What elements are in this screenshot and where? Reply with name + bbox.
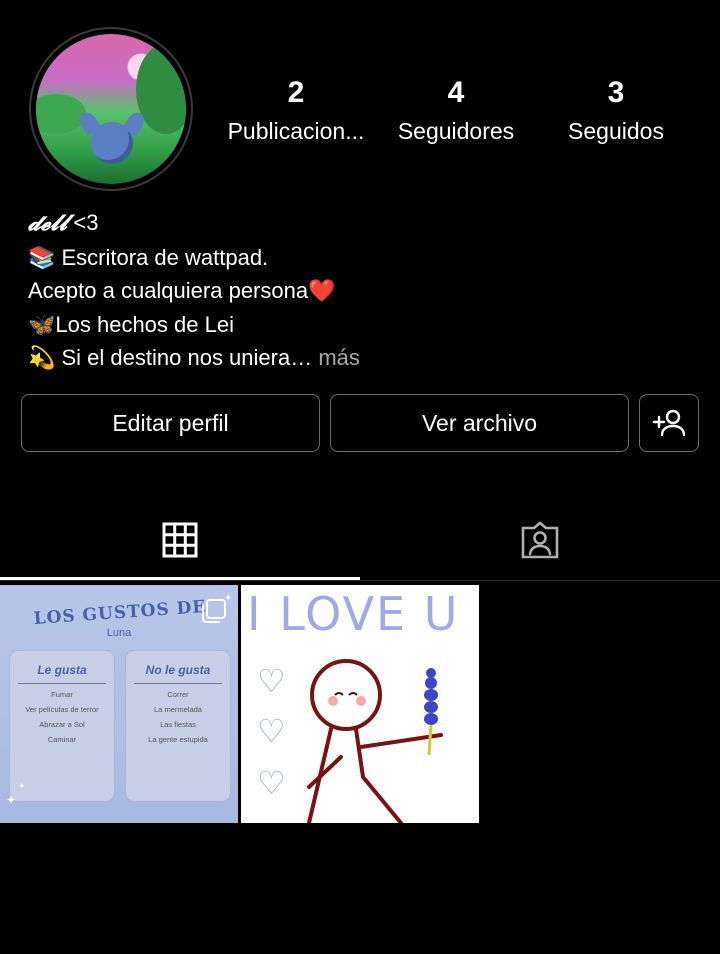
grid-icon: [162, 522, 198, 558]
post1-dislike-item: La gente estupida: [148, 735, 208, 744]
post1-like-item: Ver películas de terror: [25, 705, 99, 714]
profile-name-suffix: <3: [67, 210, 99, 235]
stat-following-label: Seguidos: [568, 118, 664, 144]
edit-profile-button[interactable]: Editar perfil: [21, 394, 320, 452]
stat-posts[interactable]: 2 Publicacion...: [216, 75, 376, 151]
tab-grid[interactable]: [0, 500, 360, 580]
sparkle-icon: ✦: [18, 781, 26, 791]
carousel-icon: [202, 599, 226, 623]
view-archive-button[interactable]: Ver archivo: [330, 394, 629, 452]
bio-name-line: 𝓭𝓮𝓵𝓵 <3: [28, 206, 360, 241]
tagged-person-icon: [521, 521, 559, 559]
bio-line-truncated: 💫 Si el destino nos uniera… más: [28, 341, 360, 375]
avatar-character: [91, 122, 133, 164]
stat-posts-label: Publicacion...: [227, 118, 365, 144]
sparkle-icon: ✦: [224, 593, 233, 604]
bio-more-link[interactable]: más: [312, 345, 360, 370]
sparkle-icon: ✦: [6, 793, 17, 807]
post-thumbnail[interactable]: LOS GUSTOS DE Luna Le gusta Fumar Ver pe…: [0, 585, 238, 823]
bio-line: Acepto a cualquiera persona❤️: [28, 278, 336, 303]
stat-followers[interactable]: 4 Seguidores: [376, 75, 536, 151]
stat-following-count: 3: [607, 76, 625, 109]
post1-like-item: Abrazar a Sol: [39, 720, 85, 729]
heart-icon: ♡: [257, 765, 286, 801]
bio-line: 🦋Los hechos de Lei: [28, 311, 234, 337]
add-person-icon: [652, 409, 686, 437]
bio-line: 📚 Escritora de wattpad.: [28, 244, 269, 270]
stat-followers-label: Seguidores: [397, 118, 515, 144]
stat-following[interactable]: 3 Seguidos: [536, 75, 696, 151]
discover-people-button[interactable]: [639, 394, 699, 452]
avatar[interactable]: [36, 34, 186, 184]
avatar-foliage: [36, 94, 86, 134]
heart-icon: ♡: [257, 663, 286, 699]
heart-icon: ♡: [257, 713, 286, 749]
post1-dislike-item: Las fiestas: [160, 720, 196, 729]
stat-followers-count: 4: [447, 76, 465, 109]
profile-avatar-ring[interactable]: [29, 27, 193, 191]
post-thumbnail[interactable]: I LOVE U ♡ ♡ ♡: [241, 585, 479, 823]
tab-tagged[interactable]: [360, 500, 720, 580]
post1-likes-header: Le gusta: [37, 663, 87, 677]
post1-subtitle: Luna: [106, 627, 132, 639]
post1-title: LOS GUSTOS DE: [33, 596, 207, 630]
active-tab-indicator: [0, 577, 360, 580]
bio-line: 💫 Si el destino nos uniera…: [28, 345, 313, 370]
divider: [134, 683, 222, 684]
post1-dislike-item: La mermelada: [154, 705, 202, 714]
profile-bio: 𝓭𝓮𝓵𝓵 <3 📚 Escritora de wattpad. Acepto a…: [28, 206, 360, 375]
divider: [18, 683, 106, 684]
profile-name: 𝓭𝓮𝓵𝓵: [28, 210, 68, 236]
post1-likes-card: Le gusta Fumar Ver películas de terror A…: [10, 651, 114, 801]
post1-like-item: Caminar: [47, 735, 77, 744]
post1-dislikes-card: No le gusta Correr La mermelada Las fies…: [126, 651, 230, 801]
post1-dislikes-header: No le gusta: [145, 663, 211, 677]
stick-figure-drawing: [307, 659, 443, 823]
stat-posts-count: 2: [287, 76, 305, 109]
post1-dislike-item: Correr: [167, 690, 189, 699]
post2-title: I LOVE U: [247, 587, 460, 641]
tab-divider: [0, 580, 720, 581]
post1-like-item: Fumar: [51, 690, 73, 699]
